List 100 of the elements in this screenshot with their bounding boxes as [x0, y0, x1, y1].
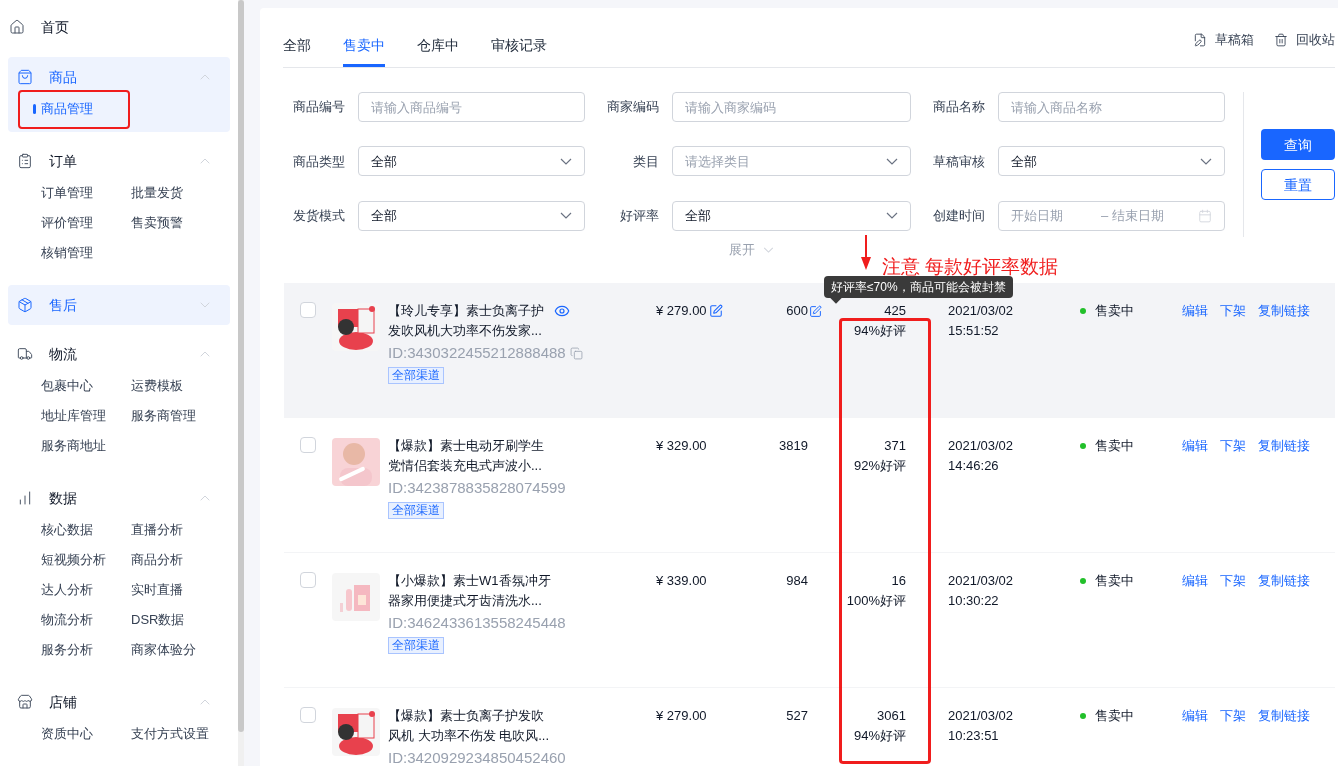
sidebar-group-title[interactable]: 店铺	[49, 692, 197, 712]
action-link[interactable]: 下架	[1220, 436, 1246, 456]
price: ¥ 329.00	[656, 437, 707, 456]
sidebar-item[interactable]: 服务商管理	[131, 406, 196, 426]
tooltip: 好评率≤70%，商品可能会被封禁	[824, 276, 1013, 298]
positive-rate: 94%好评	[853, 727, 906, 745]
sidebar-group-title[interactable]: 订单	[49, 151, 197, 171]
sidebar-item[interactable]: 批量发货	[131, 183, 183, 203]
price: ¥ 339.00	[656, 572, 707, 591]
sidebar-item[interactable]: 商品分析	[131, 550, 183, 570]
product-id: ID:3430322455212888488	[388, 342, 566, 363]
sidebar-item[interactable]: 地址库管理	[41, 406, 106, 426]
filter-label: 草稿审核	[932, 152, 985, 171]
toolbar-button[interactable]: 回收站	[1274, 30, 1335, 50]
input-field[interactable]: 请输入商品编号	[358, 92, 585, 122]
input-field[interactable]: 请输入商品名称	[998, 92, 1225, 122]
chart-icon	[17, 490, 33, 506]
input-field[interactable]: 请输入商家编码	[672, 92, 911, 122]
action-link[interactable]: 复制链接	[1258, 706, 1310, 726]
action-link[interactable]: 下架	[1220, 301, 1246, 321]
sidebar-group-title[interactable]: 物流	[49, 344, 197, 364]
created-time: 15:51:52	[948, 322, 1000, 340]
select-field[interactable]: 全部	[998, 146, 1225, 177]
action-link[interactable]: 下架	[1220, 706, 1246, 726]
trash-icon	[1274, 32, 1288, 47]
action-link[interactable]: 下架	[1220, 571, 1246, 591]
eye-icon[interactable]	[554, 303, 570, 319]
sidebar-item[interactable]: 核心数据	[41, 520, 93, 540]
row-checkbox[interactable]	[300, 707, 316, 723]
action-link[interactable]: 复制链接	[1258, 571, 1310, 591]
created-date: 2021/03/02	[948, 572, 1015, 590]
price: ¥ 279.00	[656, 707, 707, 726]
sidebar-item[interactable]: 资质中心	[41, 724, 93, 744]
filter-label: 商家编码	[606, 98, 659, 117]
tab[interactable]: 审核记录	[491, 35, 547, 67]
sidebar-item[interactable]: 支付方式设置	[131, 724, 209, 744]
price: ¥ 279.00	[656, 302, 707, 321]
sidebar-item[interactable]: DSR数据	[131, 610, 185, 630]
sidebar-item[interactable]: 商品管理	[41, 99, 93, 119]
sidebar-item[interactable]: 达人分析	[41, 580, 93, 600]
sidebar-item[interactable]: 商家体验分	[131, 640, 196, 660]
select-field[interactable]: 全部	[358, 200, 585, 231]
filter-label: 创建时间	[932, 206, 985, 225]
row-checkbox[interactable]	[300, 572, 316, 588]
tab[interactable]: 全部	[283, 35, 311, 67]
row-checkbox[interactable]	[300, 302, 316, 318]
stock: 984	[786, 572, 808, 591]
sidebar-group-title[interactable]: 数据	[49, 488, 197, 508]
select-field[interactable]: 全部	[358, 146, 585, 177]
review-count: 3061	[877, 707, 906, 725]
chevron-icon	[560, 157, 572, 165]
product-title[interactable]: 【爆款】素士负离子护发吹	[388, 706, 544, 726]
row-checkbox[interactable]	[300, 437, 316, 453]
product-title[interactable]: 党情侣套装充电式声波小...	[388, 456, 542, 476]
chevron-icon	[1200, 157, 1212, 165]
reset-button[interactable]: 重置	[1261, 169, 1335, 200]
status-text: 售卖中	[1095, 572, 1134, 591]
action-link[interactable]: 复制链接	[1258, 436, 1310, 456]
product-title[interactable]: 【小爆款】素士W1香氛冲牙	[388, 571, 551, 591]
action-link[interactable]: 编辑	[1182, 436, 1208, 456]
copy-icon[interactable]	[569, 346, 583, 360]
product-id: ID:3423878835828074599	[388, 477, 566, 498]
action-link[interactable]: 编辑	[1182, 301, 1208, 321]
tab[interactable]: 售卖中	[343, 35, 385, 67]
sidebar-item[interactable]: 订单管理	[41, 183, 93, 203]
product-title[interactable]: 发吹风机大功率不伤发家...	[388, 321, 542, 341]
toolbar-button[interactable]: 草稿箱	[1193, 30, 1254, 50]
sidebar-item[interactable]: 首页	[41, 17, 69, 37]
filter-label: 好评率	[619, 206, 659, 225]
scrollbar-thumb[interactable]	[238, 0, 244, 732]
edit-icon[interactable]	[809, 304, 822, 318]
action-link[interactable]: 编辑	[1182, 706, 1208, 726]
tab[interactable]: 仓库中	[417, 35, 459, 67]
sidebar-item[interactable]: 实时直播	[131, 580, 183, 600]
sidebar-item[interactable]: 短视频分析	[41, 550, 106, 570]
sidebar-item[interactable]: 评价管理	[41, 213, 93, 233]
sidebar-item[interactable]: 物流分析	[41, 610, 93, 630]
chevron-icon	[762, 246, 774, 253]
product-title[interactable]: 风机 大功率不伤发 电吹风...	[388, 726, 550, 746]
query-button[interactable]: 查询	[1261, 129, 1335, 160]
product-title[interactable]: 器家用便捷式牙齿清洗水...	[388, 591, 542, 611]
sidebar-item[interactable]: 服务分析	[41, 640, 93, 660]
sidebar-group-title[interactable]: 售后	[49, 295, 197, 315]
sidebar-group-title[interactable]: 商品	[49, 67, 197, 87]
product-title[interactable]: 【玲儿专享】素士负离子护	[388, 301, 544, 321]
product-title[interactable]: 【爆款】素士电动牙刷学生	[388, 436, 544, 456]
filter-label: 商品类型	[292, 152, 345, 171]
annotation-text: 注意 每款好评率数据	[882, 255, 1059, 279]
channel-tag: 全部渠道	[388, 502, 444, 519]
sidebar-item[interactable]: 包裹中心	[41, 376, 93, 396]
select-field[interactable]: 全部	[672, 200, 911, 231]
sidebar-item[interactable]: 核销管理	[41, 243, 93, 263]
sidebar-item[interactable]: 服务商地址	[41, 436, 106, 456]
action-link[interactable]: 复制链接	[1258, 301, 1310, 321]
sidebar-item[interactable]: 直播分析	[131, 520, 183, 540]
home-icon	[9, 19, 25, 35]
sidebar-item[interactable]: 运费模板	[131, 376, 183, 396]
edit-icon[interactable]	[708, 304, 723, 318]
sidebar-item[interactable]: 售卖预警	[131, 213, 183, 233]
action-link[interactable]: 编辑	[1182, 571, 1208, 591]
